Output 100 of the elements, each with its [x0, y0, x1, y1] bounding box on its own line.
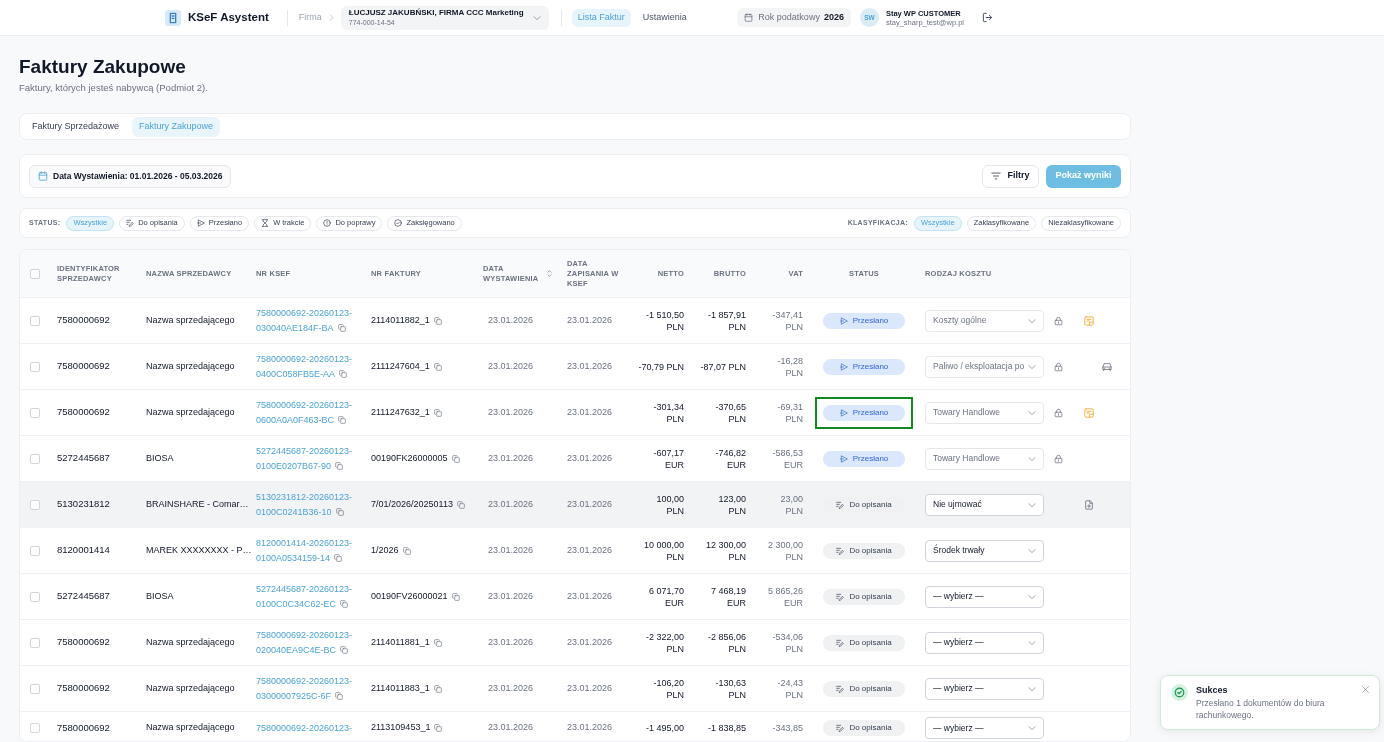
copy-icon[interactable] [451, 454, 460, 463]
cost-type-select[interactable]: Towary Handlowe [925, 447, 1044, 470]
select-all-checkbox[interactable] [30, 268, 40, 279]
vat-amount: -534,06 PLN [771, 630, 803, 655]
copy-icon[interactable] [340, 599, 349, 608]
nav-tab[interactable]: Ustawienia [636, 8, 693, 27]
copy-icon[interactable] [335, 461, 344, 470]
status-label: Do opisania [849, 498, 892, 511]
status-label: Do opisania [849, 682, 892, 695]
sort-icon[interactable] [546, 269, 553, 278]
copy-icon[interactable] [335, 691, 344, 700]
net-amount: 100,00 PLN [655, 492, 684, 517]
row-checkbox[interactable] [30, 499, 40, 510]
copy-icon[interactable] [433, 316, 442, 325]
net-amount: 6 071,70 EUR [647, 584, 684, 609]
issue-date: 23.01.2026 [488, 681, 534, 695]
calendar-icon [38, 171, 48, 181]
copy-icon[interactable] [335, 507, 344, 516]
copy-icon[interactable] [451, 592, 460, 601]
date-range-button[interactable]: Data Wystawienia: 01.01.2026 - 05.03.2026 [29, 164, 232, 188]
cost-type-select[interactable]: Paliwo / eksploatacja po [925, 355, 1044, 378]
row-checkbox[interactable] [30, 637, 40, 648]
car-icon[interactable] [1102, 361, 1112, 372]
invoice-number: 2111247604_1 [371, 359, 430, 373]
note-icon[interactable] [1084, 407, 1094, 418]
success-icon [1171, 684, 1188, 701]
row-checkbox[interactable] [30, 407, 40, 418]
row-checkbox[interactable] [30, 315, 40, 326]
pen-lines-icon [836, 638, 845, 647]
vat-amount: -16,28 PLN [776, 354, 803, 379]
invoice-number: 2114011883_1 [371, 681, 430, 695]
issue-date: 23.01.2026 [488, 497, 534, 511]
tax-year-selector[interactable]: Rok podatkowy 2026 [737, 8, 851, 27]
copy-icon[interactable] [402, 546, 411, 555]
copy-icon[interactable] [334, 553, 343, 562]
copy-icon[interactable] [433, 638, 442, 647]
issue-date: 23.01.2026 [488, 405, 534, 419]
copy-icon[interactable] [338, 415, 347, 424]
status-label: Przesłano [852, 360, 889, 373]
logo-icon[interactable] [165, 9, 181, 26]
cost-type-select[interactable]: Nie ujmować [925, 493, 1044, 516]
document-icon[interactable] [1084, 499, 1094, 510]
row-checkbox[interactable] [30, 545, 40, 556]
row-checkbox[interactable] [30, 723, 40, 733]
saved-date: 23.01.2026 [567, 359, 613, 373]
issue-date: 23.01.2026 [488, 359, 534, 373]
status-label: Przesłano [852, 406, 889, 419]
copy-icon[interactable] [456, 500, 465, 509]
vat-amount: -586,53 EUR [771, 446, 803, 471]
row-checkbox[interactable] [30, 591, 40, 602]
toast-title: Sukces [1196, 684, 1229, 696]
cost-type-select[interactable]: Środek trwały [925, 539, 1044, 562]
logout-icon[interactable] [982, 12, 993, 23]
copy-icon[interactable] [337, 323, 346, 332]
filters-button[interactable]: Filtry [982, 164, 1039, 188]
row-checkbox[interactable] [30, 453, 40, 464]
saved-date: 23.01.2026 [567, 635, 613, 649]
saved-date: 23.01.2026 [567, 543, 613, 557]
note-icon[interactable] [1084, 315, 1094, 326]
copy-icon[interactable] [339, 369, 348, 378]
lock-icon [1054, 361, 1063, 372]
invoice-number: 2114011882_1 [371, 313, 430, 327]
cost-type-select[interactable]: — wybierz — [925, 677, 1044, 700]
seller-id: 7580000692 [57, 635, 110, 650]
cost-type-select[interactable]: — wybierz — [925, 717, 1044, 739]
saved-date: 23.01.2026 [567, 405, 613, 419]
cost-type-select[interactable]: Koszty ogólne [925, 309, 1044, 332]
copy-icon[interactable] [433, 362, 442, 371]
seller-id: 5272445687 [57, 589, 110, 604]
pen-lines-icon [836, 546, 845, 555]
lock-icon [1054, 453, 1063, 464]
invoice-number: 2113109453_1 [371, 721, 431, 735]
gross-amount: -130,63 PLN [714, 676, 746, 701]
cost-type-select[interactable]: — wybierz — [925, 631, 1044, 654]
lock-icon [1054, 407, 1063, 418]
issue-date: 23.01.2026 [488, 313, 534, 327]
seller-id: 7580000692 [57, 359, 110, 374]
copy-icon[interactable] [434, 724, 443, 732]
copy-icon[interactable] [433, 408, 442, 417]
seller-id: 7580000692 [57, 313, 110, 328]
gross-amount: -87,07 PLN [700, 360, 746, 373]
chevron-down-icon [1028, 684, 1036, 693]
tax-year-label: Rok podatkowy [758, 10, 820, 24]
row-checkbox[interactable] [30, 683, 40, 694]
row-checkbox[interactable] [30, 361, 40, 372]
gross-amount: -370,65 PLN [714, 400, 746, 425]
copy-icon[interactable] [340, 645, 349, 654]
issue-date: 23.01.2026 [488, 635, 534, 649]
close-icon[interactable] [1362, 686, 1369, 693]
invoice-number: 2111247632_1 [371, 405, 430, 419]
cost-type-select[interactable]: Towary Handlowe [925, 401, 1044, 424]
cost-type-select[interactable]: — wybierz — [925, 585, 1044, 608]
copy-icon[interactable] [433, 684, 442, 693]
seller-id: 7580000692 [57, 720, 110, 735]
vat-amount: -343,85 [772, 722, 803, 734]
invoice-number: 00190FK26000005 [371, 451, 448, 465]
issue-date: 23.01.2026 [488, 543, 534, 557]
tab[interactable]: Faktury Sprzedażowe [25, 116, 127, 137]
vat-amount: -24,43 PLN [776, 676, 803, 701]
page-title: Faktury Zakupowe [19, 55, 187, 79]
